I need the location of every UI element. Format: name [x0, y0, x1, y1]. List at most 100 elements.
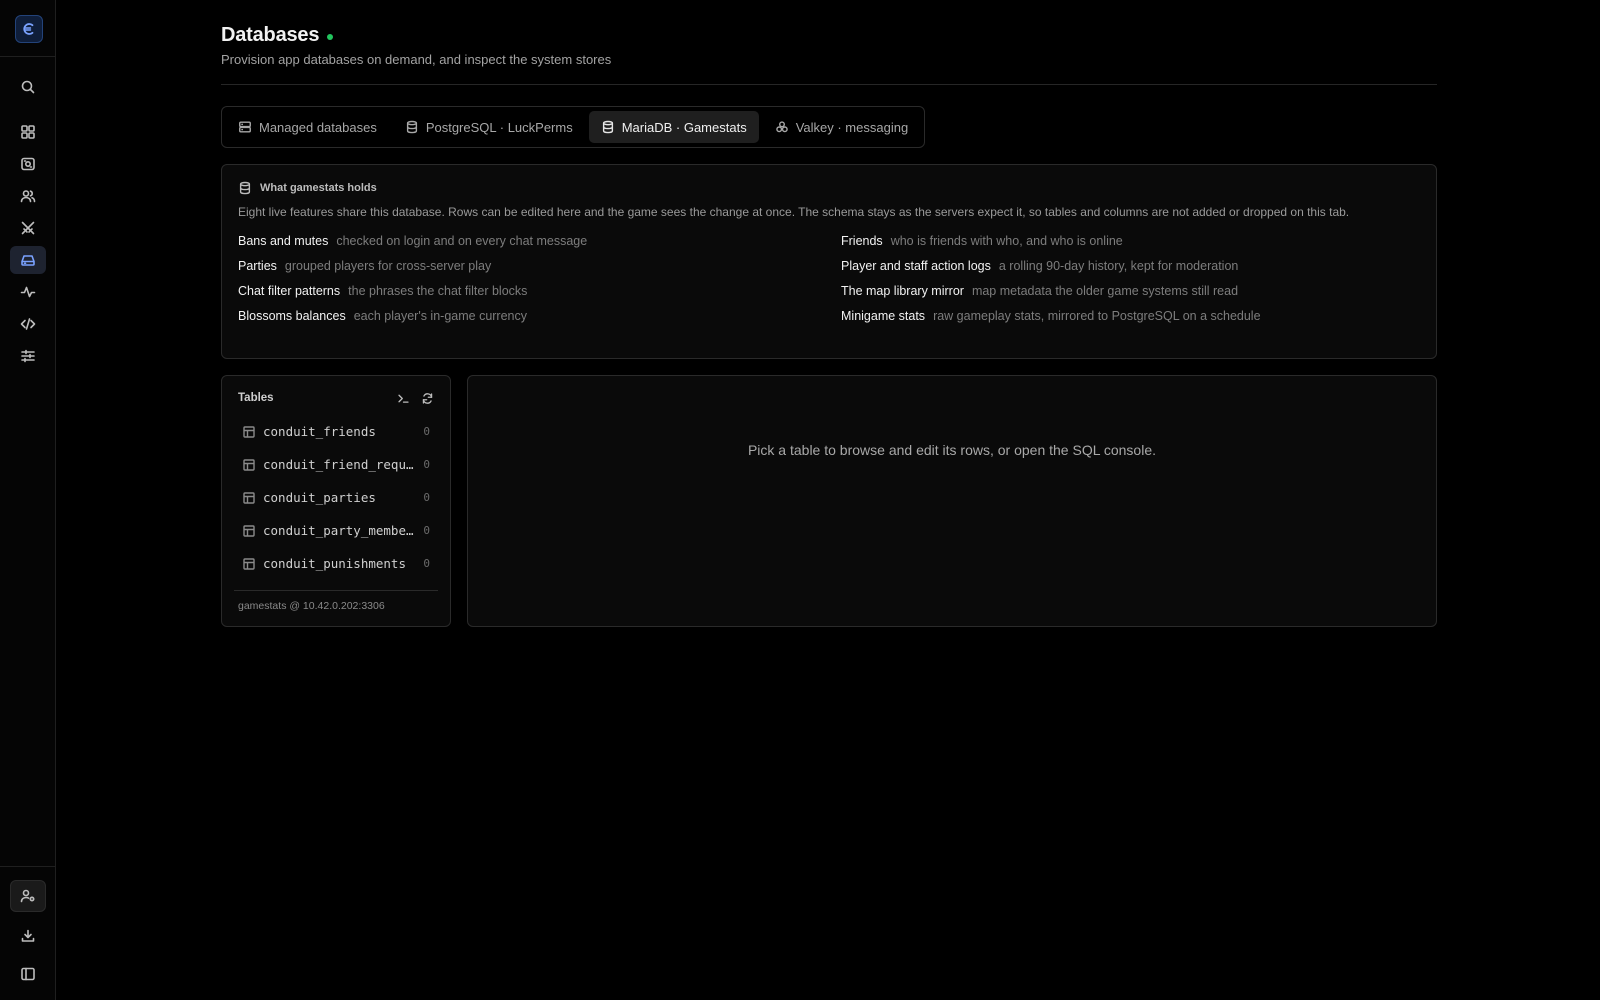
feature-name: Friends: [841, 234, 883, 248]
table-row-count: 0: [423, 458, 430, 471]
tables-divider: [234, 590, 438, 591]
tab-label: PostgreSQL · LuckPerms: [425, 119, 573, 135]
sidebar: [0, 0, 56, 1000]
nav-databases[interactable]: [10, 246, 46, 274]
table-name: conduit_friend_requests: [263, 457, 415, 472]
feature-item: Chat filter patterns the phrases the chat…: [238, 283, 841, 299]
nav-servers[interactable]: [10, 150, 46, 178]
table-icon: [243, 458, 255, 471]
user-settings-icon: [20, 889, 35, 903]
refresh-icon: [422, 392, 432, 404]
table-row[interactable]: conduit_punishments 0: [234, 547, 438, 580]
database-icon: [602, 120, 613, 134]
feature-desc: each player's in-game currency: [353, 309, 528, 323]
table-name: conduit_friends: [263, 424, 376, 439]
feature-name: Minigame stats: [841, 309, 926, 323]
table-list: conduit_friends 0 conduit_friend_request…: [234, 415, 438, 580]
refresh-button[interactable]: [420, 391, 434, 405]
nav-settings[interactable]: [10, 342, 46, 370]
nav-download[interactable]: [10, 922, 46, 950]
database-icon: [239, 181, 251, 195]
table-name: conduit_parties: [263, 490, 376, 505]
feature-item: Parties grouped players for cross-server …: [238, 258, 841, 274]
nav-account[interactable]: [10, 880, 46, 912]
feature-desc: checked on login and on every chat messa…: [336, 234, 588, 248]
download-icon: [21, 929, 35, 942]
table-icon: [243, 491, 255, 504]
nav-tools[interactable]: [10, 214, 46, 242]
table-icon: [243, 557, 255, 570]
nav-users[interactable]: [10, 182, 46, 210]
tab-valkey-messaging[interactable]: Valkey · messaging: [763, 111, 920, 143]
nav-search[interactable]: [10, 73, 46, 101]
feature-item: Player and staff action logs a rolling 90…: [841, 258, 1421, 274]
feature-name: Bans and mutes: [238, 234, 329, 248]
feature-item: Blossoms balances each player's in-game c…: [238, 308, 841, 324]
sliders-icon: [21, 349, 35, 363]
dashboard-icon: [21, 125, 35, 139]
nav-activity[interactable]: [10, 278, 46, 306]
feature-item: Bans and mutes checked on login and on ev…: [238, 233, 841, 249]
info-description: Eight live features share this database.…: [238, 205, 1350, 219]
feature-name: Player and staff action logs: [841, 259, 991, 273]
terminal-icon: [397, 394, 409, 403]
code-icon: [20, 318, 36, 330]
database-info-card: What gamestats holds Eight live features…: [221, 164, 1437, 359]
feature-name: Chat filter patterns: [238, 284, 341, 298]
feature-item: The map library mirror map metadata the o…: [841, 283, 1421, 299]
tab-managed-databases[interactable]: Managed databases: [226, 111, 389, 143]
tab-postgresql-luckperms[interactable]: PostgreSQL · LuckPerms: [393, 111, 585, 143]
nav-toggle-sidebar[interactable]: [10, 960, 46, 988]
app-logo[interactable]: [15, 15, 43, 43]
feature-name: The map library mirror: [841, 284, 964, 298]
feature-desc: the phrases the chat filter blocks: [348, 284, 528, 298]
database-tabs: Managed databases PostgreSQL · LuckPerms…: [221, 106, 926, 148]
table-row[interactable]: conduit_party_members 0: [234, 514, 438, 547]
users-icon: [20, 190, 36, 203]
tables-panel: Tables conduit_friends 0 conduit_friend_…: [221, 375, 451, 627]
server-box-icon: [21, 157, 35, 171]
sidebar-divider: [0, 56, 56, 57]
cluster-icon: [775, 121, 788, 133]
table-name: conduit_punishments: [263, 556, 406, 571]
feature-item: Friends who is friends with who, and who …: [841, 233, 1421, 249]
sidebar-divider: [0, 866, 56, 867]
server-icon: [239, 121, 251, 133]
tab-label: Valkey · messaging: [795, 119, 909, 135]
empty-state-message: Pick a table to browse and edit its rows…: [747, 442, 1157, 458]
table-row-count: 0: [423, 557, 430, 570]
search-icon: [21, 80, 35, 94]
tab-mariadb-gamestats[interactable]: MariaDB · Gamestats: [588, 111, 759, 143]
activity-icon: [20, 286, 36, 298]
tab-label: MariaDB · Gamestats: [621, 119, 747, 135]
row-browser-panel: Pick a table to browse and edit its rows…: [467, 375, 1437, 627]
sql-console-button[interactable]: [396, 391, 410, 405]
table-row-count: 0: [423, 524, 430, 537]
table-icon: [243, 524, 255, 537]
feature-name: Blossoms balances: [238, 309, 346, 323]
page-header: Databases: [221, 24, 334, 47]
database-icon: [406, 120, 417, 134]
tab-label: Managed databases: [259, 119, 377, 135]
feature-desc: grouped players for cross-server play: [284, 259, 492, 273]
table-row-count: 0: [423, 491, 430, 504]
feature-name: Parties: [238, 259, 277, 273]
feature-desc: who is friends with who, and who is onli…: [890, 234, 1123, 248]
tables-title: Tables: [238, 392, 274, 404]
feature-list: Bans and mutes checked on login and on ev…: [238, 233, 1420, 324]
nav-code[interactable]: [10, 310, 46, 338]
swords-icon: [21, 221, 35, 235]
nav-dashboard[interactable]: [10, 118, 46, 146]
tables-actions: [396, 391, 434, 405]
sidebar-toggle-icon: [21, 967, 35, 981]
table-row[interactable]: conduit_parties 0: [234, 481, 438, 514]
info-heading: What gamestats holds: [260, 182, 377, 194]
feature-desc: a rolling 90-day history, kept for moder…: [998, 259, 1239, 273]
table-icon: [243, 425, 255, 438]
status-indicator: [327, 33, 334, 40]
table-row[interactable]: conduit_friends 0: [234, 415, 438, 448]
table-row[interactable]: conduit_friend_requests 0: [234, 448, 438, 481]
tables-header: Tables: [238, 391, 434, 405]
logo-icon: [23, 23, 34, 35]
feature-item: Minigame stats raw gameplay stats, mirror…: [841, 308, 1421, 324]
